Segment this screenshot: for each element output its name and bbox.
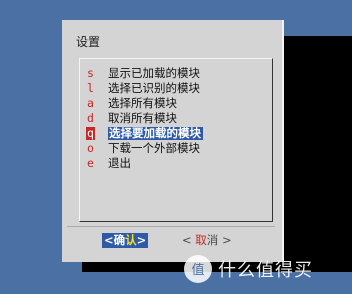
- menu-item-hotkey: q: [86, 126, 95, 140]
- ok-button[interactable]: <确认>: [102, 233, 149, 248]
- menu-item-label: 选择已识别的模块: [108, 81, 200, 95]
- menu-item-label: 退出: [108, 156, 131, 170]
- menu-item-label: 下载一个外部模块: [108, 141, 200, 155]
- menu-item-hotkey: e: [87, 156, 94, 170]
- button-row: <确认> < 取消 >: [67, 226, 275, 257]
- menu-item-hotkey: s: [87, 66, 94, 80]
- dialog-title: 设置: [76, 35, 101, 49]
- watermark-logo-icon: 值: [184, 255, 212, 283]
- menu-item-hotkey: a: [87, 96, 94, 110]
- watermark-text: 什么值得买: [218, 260, 313, 281]
- cancel-button[interactable]: < 取消 >: [180, 233, 234, 248]
- menu-item-hotkey: l: [87, 81, 94, 95]
- menu-item-label: 选择所有模块: [108, 96, 177, 110]
- menu-item-label: 显示已加载的模块: [108, 66, 200, 80]
- menu-item-hotkey: o: [87, 141, 94, 155]
- menu-item-label: 选择要加载的模块: [108, 126, 203, 140]
- watermark: 值 什么值得买: [184, 254, 313, 284]
- settings-dialog: 设置 s 显示已加载的模块 l 选择已识别的模块 a 选择所有模块 d 取消所有…: [62, 20, 284, 262]
- menu-item-label: 取消所有模块: [108, 111, 177, 125]
- menu-item-hotkey: d: [87, 111, 94, 125]
- svg-text:值: 值: [191, 262, 204, 278]
